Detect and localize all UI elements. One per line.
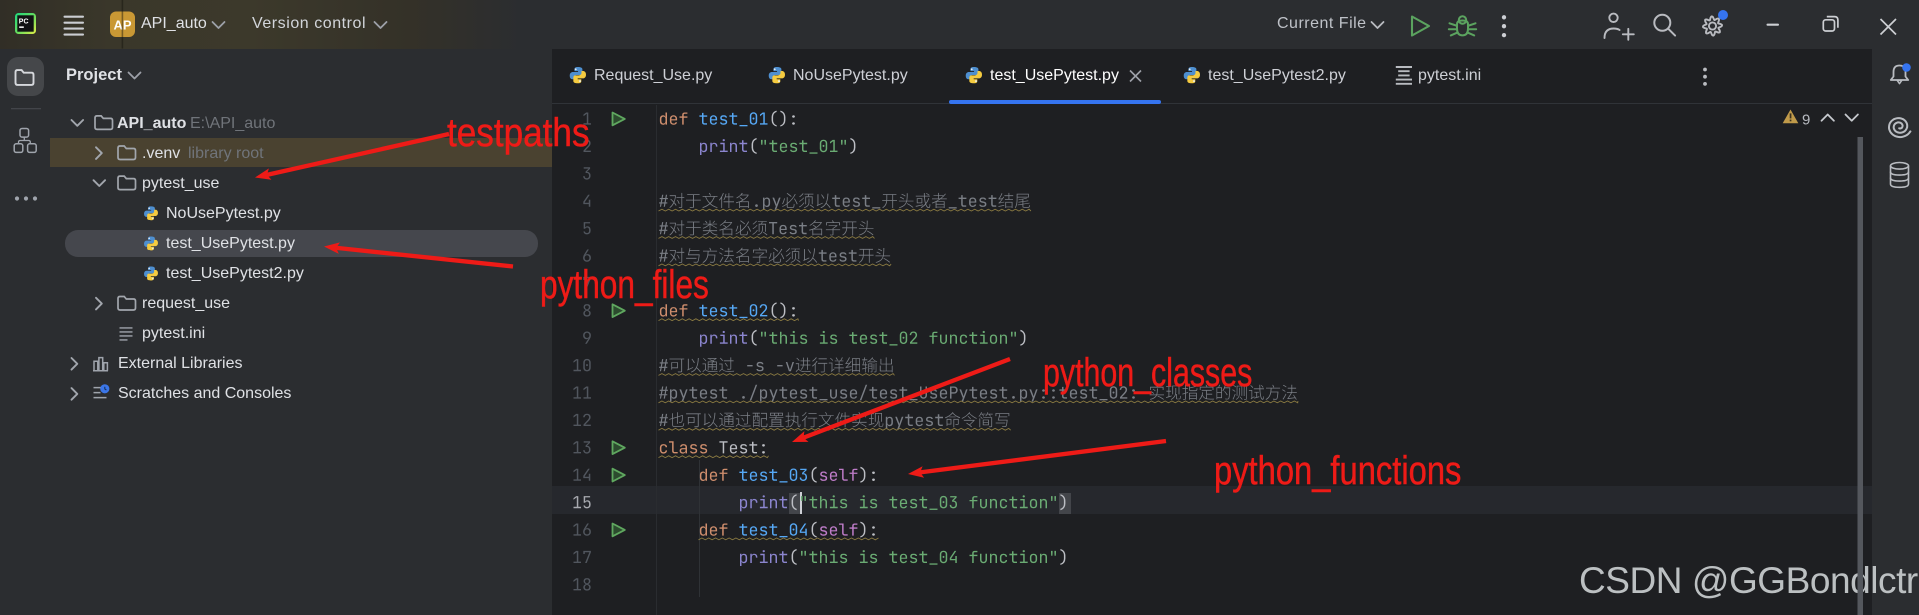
svg-text:9: 9 — [1802, 112, 1810, 129]
